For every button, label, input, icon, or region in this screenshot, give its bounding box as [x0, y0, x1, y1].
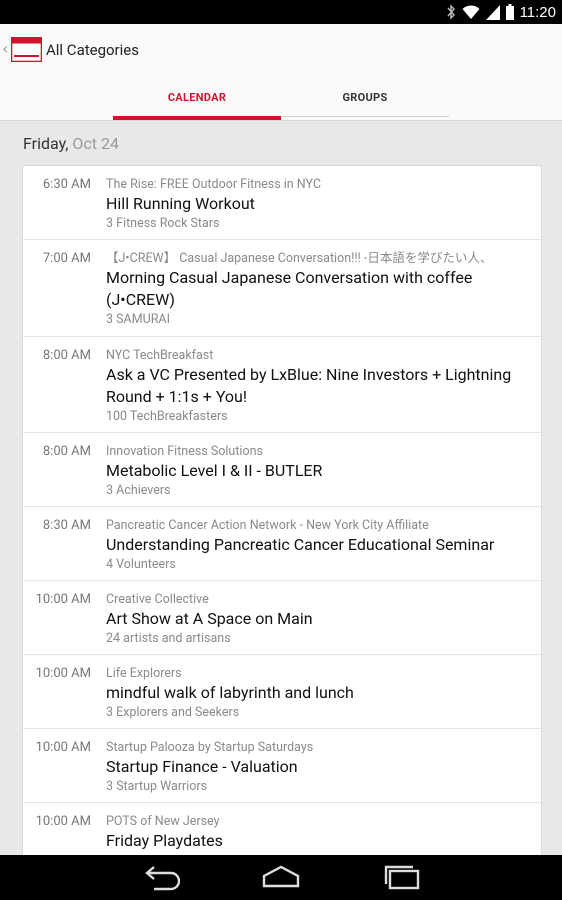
app-logo-icon[interactable]	[11, 37, 42, 62]
event-attendees: 4 Volunteers	[106, 557, 176, 572]
event-group: Innovation Fitness Solutions	[106, 444, 263, 459]
event-time: 10:00 AM	[35, 814, 91, 829]
event-item[interactable]: 10:00 AM Creative Collective Art Show at…	[23, 581, 541, 655]
event-item[interactable]: 10:00 AM Startup Palooza by Startup Satu…	[23, 729, 541, 803]
event-group: Creative Collective	[106, 592, 209, 607]
event-group: Pancreatic Cancer Action Network - New Y…	[106, 518, 429, 533]
navigation-bar	[0, 855, 562, 900]
event-group: NYC TechBreakfast	[106, 348, 214, 363]
status-time: 11:20	[519, 3, 556, 21]
event-item[interactable]: 6:30 AM The Rise: FREE Outdoor Fitness i…	[23, 166, 541, 240]
event-title: Ask a VC Presented by LxBlue: Nine Inves…	[106, 365, 512, 406]
event-time: 8:00 AM	[42, 348, 91, 363]
event-time: 8:30 AM	[42, 518, 91, 533]
event-group: 【J•CREW】 Casual Japanese Conversation!!!…	[106, 251, 493, 266]
event-time: 8:00 AM	[42, 444, 91, 459]
event-title: Startup Finance - Valuation	[106, 757, 298, 776]
event-title: Hill Running Workout	[106, 194, 255, 213]
recents-icon[interactable]	[383, 863, 423, 891]
date-day: Friday,	[23, 134, 69, 153]
action-bar: ‹ All Categories	[0, 24, 562, 76]
date-date: Oct 24	[72, 134, 119, 153]
event-group: POTS of New Jersey	[106, 814, 220, 829]
status-bar: 11:20	[0, 0, 562, 24]
up-chevron-icon[interactable]: ‹	[2, 39, 8, 58]
tab-groups[interactable]: GROUPS	[281, 76, 449, 120]
event-title: Friday Playdates	[106, 831, 223, 850]
event-title: mindful walk of labyrinth and lunch	[106, 683, 354, 702]
event-time: 10:00 AM	[35, 666, 91, 681]
home-icon[interactable]	[261, 863, 301, 891]
event-item[interactable]: 8:00 AM NYC TechBreakfast Ask a VC Prese…	[23, 337, 541, 433]
bluetooth-icon	[447, 4, 455, 20]
tab-selected-indicator	[113, 116, 281, 120]
event-time: 10:00 AM	[35, 592, 91, 607]
event-attendees: 100 TechBreakfasters	[106, 409, 228, 424]
tab-divider	[281, 116, 449, 117]
event-attendees: 3 Explorers and Seekers	[106, 705, 240, 720]
event-attendees: 24 artists and artisans	[106, 631, 231, 646]
signal-icon	[485, 4, 500, 20]
event-group: Life Explorers	[106, 666, 182, 681]
event-title: Morning Casual Japanese Conversation wit…	[106, 268, 473, 309]
event-list: 6:30 AM The Rise: FREE Outdoor Fitness i…	[22, 165, 542, 877]
event-item[interactable]: 8:00 AM Innovation Fitness Solutions Met…	[23, 433, 541, 507]
page-title[interactable]: All Categories	[46, 41, 139, 59]
wifi-icon	[462, 4, 480, 19]
event-item[interactable]: 7:00 AM 【J•CREW】 Casual Japanese Convers…	[23, 240, 541, 337]
back-icon[interactable]	[140, 863, 180, 891]
event-title: Understanding Pancreatic Cancer Educatio…	[106, 535, 495, 554]
date-header: Friday, Oct 24	[23, 134, 119, 153]
event-attendees: 3 SAMURAI	[106, 312, 170, 327]
event-item[interactable]: 10:00 AM Life Explorers mindful walk of …	[23, 655, 541, 729]
event-group: The Rise: FREE Outdoor Fitness in NYC	[106, 177, 321, 192]
event-time: 10:00 AM	[35, 740, 91, 755]
event-group: Startup Palooza by Startup Saturdays	[106, 740, 314, 755]
event-time: 6:30 AM	[42, 177, 91, 192]
status-icons: 11:20	[446, 0, 556, 24]
event-attendees: 3 Achievers	[106, 483, 171, 498]
battery-icon	[505, 4, 514, 20]
tab-calendar[interactable]: CALENDAR	[113, 76, 281, 120]
tab-bar: CALENDAR GROUPS	[0, 76, 562, 121]
event-title: Art Show at A Space on Main	[106, 609, 313, 628]
event-item[interactable]: 8:30 AM Pancreatic Cancer Action Network…	[23, 507, 541, 581]
event-attendees: 3 Fitness Rock Stars	[106, 216, 220, 231]
event-attendees: 3 Startup Warriors	[106, 779, 208, 794]
event-title: Metabolic Level I & II - BUTLER	[106, 461, 323, 480]
event-time: 7:00 AM	[42, 251, 91, 266]
